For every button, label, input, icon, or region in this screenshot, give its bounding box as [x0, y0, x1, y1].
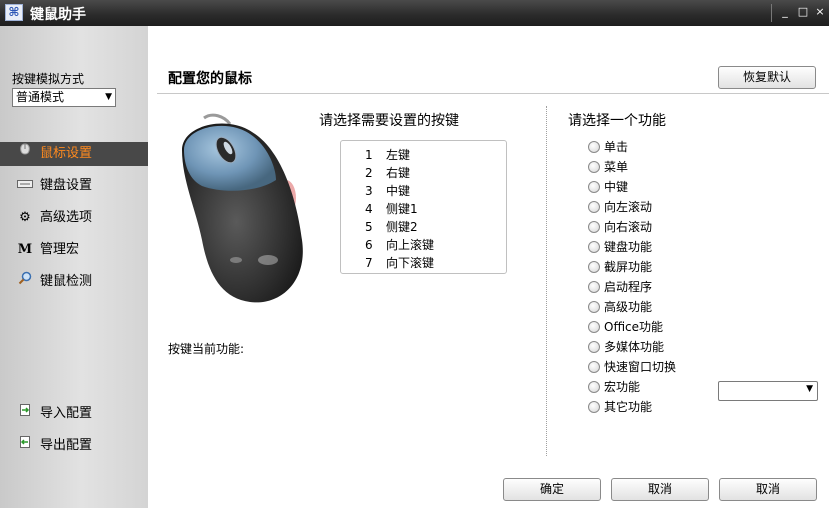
key-number: 4 [365, 202, 373, 216]
key-list-item[interactable]: 2 右键 [341, 164, 506, 182]
sidebar-item-label: 键盘设置 [40, 178, 93, 193]
key-list-item[interactable]: 5 侧键2 [341, 218, 506, 236]
radio-button[interactable] [588, 361, 600, 373]
key-list[interactable]: 1 左键 2 右键 3 中键 4 侧键1 5 侧键2 6 向上滚键 7 向下滚键 [340, 140, 507, 274]
sidebar-item-label: 鼠标设置 [40, 146, 93, 161]
function-option-label: 向左滚动 [604, 200, 653, 214]
function-option-label: 向右滚动 [604, 220, 653, 234]
restore-default-button[interactable]: 恢复默认 [718, 66, 816, 89]
function-option-label: 启动程序 [604, 280, 653, 294]
function-option-label: 中键 [604, 180, 629, 194]
maximize-button[interactable]: □ [796, 5, 810, 19]
mouse-illustration [172, 110, 332, 310]
radio-button[interactable] [588, 261, 600, 273]
function-option-label: 截屏功能 [604, 260, 653, 274]
magnifier-icon [16, 270, 34, 294]
key-number: 5 [365, 220, 373, 234]
export-icon [16, 434, 34, 458]
key-name: 侧键2 [386, 220, 418, 234]
sidebar-item-label: 导出配置 [40, 438, 93, 453]
cancel-button[interactable]: 取消 [611, 478, 709, 501]
function-detail-select[interactable]: ▼ [718, 381, 818, 401]
mouse-icon [16, 142, 34, 166]
function-option-label: 单击 [604, 140, 629, 154]
key-list-item[interactable]: 7 向下滚键 [341, 254, 506, 272]
keyboard-mouse-icon: ⌘ [5, 4, 23, 21]
minimize-button[interactable]: _ [778, 5, 792, 19]
chevron-down-icon: ▼ [806, 384, 813, 394]
vertical-divider [546, 106, 547, 456]
radio-button[interactable] [588, 381, 600, 393]
function-option-label: 多媒体功能 [604, 340, 665, 354]
current-function-label: 按键当前功能: [168, 342, 245, 356]
radio-button[interactable] [588, 221, 600, 233]
radio-button[interactable] [588, 141, 600, 153]
sidebar-item-device-detection[interactable]: 键鼠检测 [0, 270, 148, 294]
key-list-item[interactable]: 3 中键 [341, 182, 506, 200]
keyboard-icon [16, 174, 34, 198]
key-name: 侧键1 [386, 202, 418, 216]
key-list-item[interactable]: 1 左键 [341, 146, 506, 164]
key-name: 右键 [386, 166, 411, 180]
sidebar-item-manage-macro[interactable]: M 管理宏 [0, 238, 148, 262]
radio-button[interactable] [588, 341, 600, 353]
sidebar-item-advanced-options[interactable]: ⚙ 高级选项 [0, 206, 148, 230]
function-option-label: 高级功能 [604, 300, 653, 314]
sidebar-item-keyboard-settings[interactable]: 键盘设置 [0, 174, 148, 198]
sidebar-item-label: 高级选项 [40, 210, 93, 225]
function-option-label: 其它功能 [604, 400, 653, 414]
radio-button[interactable] [588, 301, 600, 313]
radio-button[interactable] [588, 201, 600, 213]
sidebar-item-import-config[interactable]: 导入配置 [0, 402, 148, 426]
function-option-label: 快速窗口切换 [604, 360, 677, 374]
sidebar-item-label: 管理宏 [40, 242, 80, 257]
key-number: 2 [365, 166, 373, 180]
sidebar-item-export-config[interactable]: 导出配置 [0, 434, 148, 458]
import-icon [16, 402, 34, 426]
chevron-down-icon: ▼ [105, 92, 112, 102]
title-bar: ⌘ 键鼠助手 _ □ × [0, 0, 829, 26]
sidebar-item-label: 导入配置 [40, 406, 93, 421]
cancel-button-secondary[interactable]: 取消 [719, 478, 817, 501]
radio-button[interactable] [588, 281, 600, 293]
radio-button[interactable] [588, 321, 600, 333]
sidebar-item-mouse-settings[interactable]: 鼠标设置 [0, 142, 148, 166]
key-name: 左键 [386, 148, 411, 162]
main-panel: 配置您的鼠标 恢复默认 请选择需要设置的按键 1 左键 2 右键 3 中键 4 … [148, 26, 829, 508]
function-option-label: 宏功能 [604, 380, 641, 394]
key-name: 中键 [386, 184, 411, 198]
function-option-label: Office功能 [604, 320, 664, 334]
page-title: 配置您的鼠标 [168, 71, 252, 87]
select-function-heading: 请选择一个功能 [568, 113, 666, 129]
simulation-mode-select[interactable]: 普通模式 ▼ [12, 88, 116, 107]
macro-m-icon: M [17, 242, 33, 257]
key-list-item[interactable]: 6 向上滚键 [341, 236, 506, 254]
key-name: 向下滚键 [386, 256, 435, 270]
key-number: 6 [365, 238, 373, 252]
close-button[interactable]: × [813, 5, 827, 19]
simulation-mode-label: 按键模拟方式 [12, 72, 85, 86]
key-number: 1 [365, 148, 373, 162]
window-title: 键鼠助手 [30, 7, 86, 23]
select-key-heading: 请选择需要设置的按键 [319, 113, 459, 129]
key-number: 3 [365, 184, 373, 198]
radio-button[interactable] [588, 401, 600, 413]
divider [157, 93, 829, 94]
function-option-label: 菜单 [604, 160, 629, 174]
sidebar-item-label: 键鼠检测 [40, 274, 93, 289]
title-separator [771, 4, 772, 22]
key-list-item[interactable]: 4 侧键1 [341, 200, 506, 218]
simulation-mode-value: 普通模式 [16, 90, 65, 104]
key-name: 向上滚键 [386, 238, 435, 252]
key-number: 7 [365, 256, 373, 270]
ok-button[interactable]: 确定 [503, 478, 601, 501]
gear-icon: ⚙ [19, 210, 31, 225]
radio-button[interactable] [588, 181, 600, 193]
sidebar: 按键模拟方式 普通模式 ▼ 鼠标设置 键盘设置 ⚙ 高级选项 M 管理宏 键鼠检… [0, 26, 148, 508]
radio-button[interactable] [588, 161, 600, 173]
function-option-label: 键盘功能 [604, 240, 653, 254]
radio-button[interactable] [588, 241, 600, 253]
